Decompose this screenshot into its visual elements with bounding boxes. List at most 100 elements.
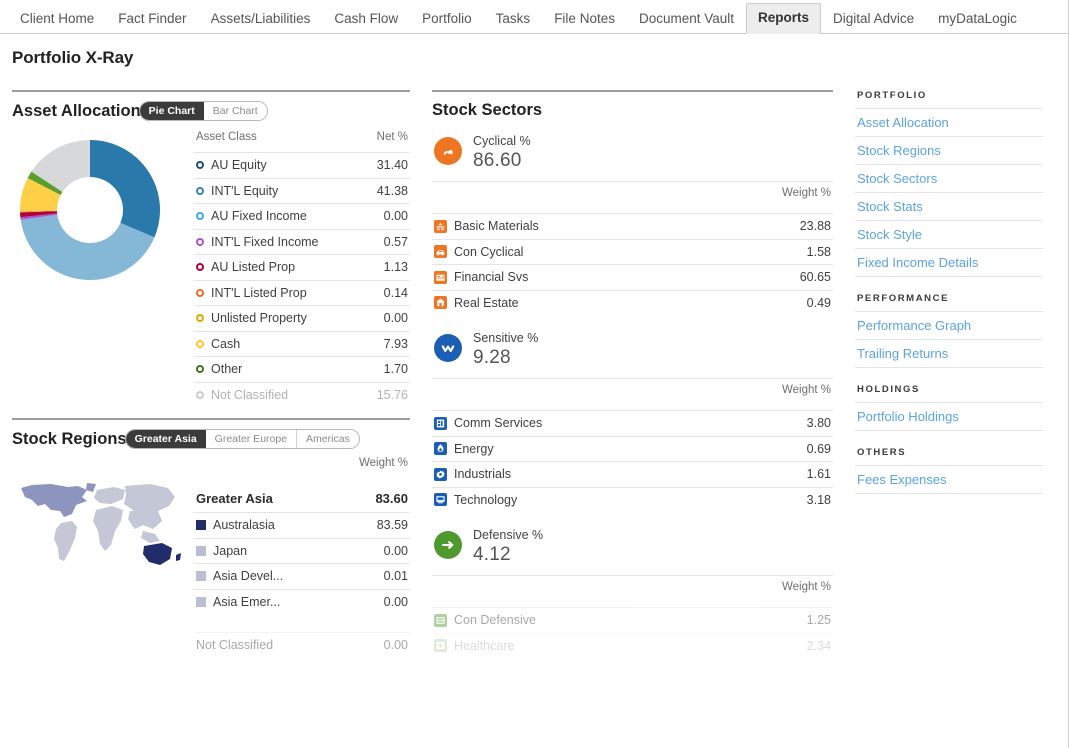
- sector-value: 3.18: [806, 492, 831, 507]
- map-south-america: [54, 521, 77, 561]
- sidebar-link-fixed-income-details[interactable]: Fixed Income Details: [855, 248, 1043, 277]
- world-map-graphic: [12, 455, 190, 585]
- energy-icon: [434, 442, 447, 456]
- region-value: 0.01: [383, 569, 408, 584]
- stock-region-row: Australasia 83.59: [194, 512, 410, 538]
- toggle-americas[interactable]: Americas: [297, 430, 359, 448]
- comm-services-icon: [436, 419, 445, 428]
- toggle-greater-europe[interactable]: Greater Europe: [205, 430, 298, 448]
- basic-materials-icon: [436, 222, 445, 230]
- nav-tab-digital-advice[interactable]: Digital Advice: [821, 4, 926, 34]
- sector-label: Basic Materials: [454, 219, 539, 234]
- asset-class-cell: AU Equity: [196, 158, 267, 172]
- sidebar-link-stock-regions[interactable]: Stock Regions: [855, 136, 1043, 164]
- sidebar-group-heading: PERFORMANCE: [857, 293, 950, 304]
- sector-group-defensive-: Defensive % 4.12 Weight % Con Defensive 1.25…: [432, 522, 833, 658]
- sidebar-link-trailing-returns[interactable]: Trailing Returns: [855, 339, 1043, 368]
- nav-tab-reports[interactable]: Reports: [746, 3, 822, 34]
- sector-label: Real Estate: [454, 295, 519, 310]
- sector-row: Comm Services 3.80: [432, 410, 833, 436]
- page-title: Portfolio X-Ray: [12, 48, 134, 67]
- asset-class-value: 41.38: [376, 183, 408, 198]
- sector-row: Industrials 1.61: [432, 461, 833, 487]
- nav-tab-document-vault[interactable]: Document Vault: [627, 4, 746, 34]
- toggle-greater-asia[interactable]: Greater Asia: [125, 430, 206, 448]
- legend-dot-icon: [196, 186, 204, 195]
- stock-regions-toggle[interactable]: Greater Asia Greater Europe Americas: [124, 429, 360, 449]
- sidebar-link-asset-allocation[interactable]: Asset Allocation: [855, 108, 1043, 136]
- region-label: Asia Emer...: [213, 594, 281, 609]
- region-swatch-icon: [196, 596, 206, 607]
- sidebar-link-fees-expenses[interactable]: Fees Expenses: [855, 465, 1043, 494]
- sidebar-link-stock-stats[interactable]: Stock Stats: [855, 192, 1043, 220]
- asset-class-value: 15.76: [376, 387, 408, 402]
- main-navigation: Client Home Fact Finder Assets/Liabilities…: [0, 0, 1068, 34]
- asset-class-label: Not Classified: [211, 387, 289, 402]
- asset-allocation-table: Asset Class Net % AU Equity 31.40 INT'L Eq…: [190, 129, 410, 407]
- financial-svs-icon: [434, 270, 447, 284]
- nav-tab-assets-liabilities[interactable]: Assets/Liabilities: [199, 4, 323, 34]
- toggle-bar-chart[interactable]: Bar Chart: [203, 102, 267, 120]
- asset-allocation-table-header: Asset Class Net %: [194, 129, 410, 152]
- region-label: Australasia: [213, 518, 275, 533]
- asset-allocation-row: INT'L Listed Prop 0.14: [194, 279, 410, 306]
- nav-tab-client-home[interactable]: Client Home: [8, 4, 106, 34]
- donut-svg: [19, 140, 160, 281]
- sector-label: Con Defensive: [454, 613, 536, 628]
- sidebar-link-performance-graph[interactable]: Performance Graph: [855, 311, 1043, 339]
- sector-row: Basic Materials 23.88: [432, 213, 833, 239]
- legend-dot-icon: [196, 288, 204, 297]
- asset-allocation-chart-toggle[interactable]: Pie Chart Bar Chart: [138, 101, 268, 121]
- stock-region-row: Asia Devel... 0.01: [194, 563, 410, 589]
- asset-allocation-row: Unlisted Property 0.00: [194, 305, 410, 331]
- asset-class-label: Cash: [211, 336, 241, 351]
- sector-group-header: Cyclical % 86.60: [432, 128, 833, 177]
- sidebar-link-portfolio-holdings[interactable]: Portfolio Holdings: [855, 402, 1043, 431]
- sector-cell: Energy: [434, 442, 494, 456]
- sector-row: Technology 3.18: [432, 486, 833, 513]
- nav-tab-file-notes[interactable]: File Notes: [542, 4, 627, 34]
- stock-sectors-title: Stock Sectors: [432, 101, 543, 119]
- sector-value: 1.58: [806, 244, 831, 259]
- nav-tab-cash-flow[interactable]: Cash Flow: [322, 4, 410, 34]
- sidebar-groups: PORTFOLIO Asset Allocation Stock Regions St…: [855, 90, 1043, 494]
- stock-sectors-header: Stock Sectors: [432, 92, 833, 128]
- basic-materials-icon: [434, 219, 447, 233]
- sector-label: Energy: [454, 441, 494, 456]
- region-swatch-icon: [196, 520, 206, 531]
- sector-row: Healthcare 2.34: [432, 632, 833, 659]
- sector-weight-header: Weight %: [432, 378, 833, 410]
- asset-class-cell: AU Listed Prop: [196, 260, 295, 274]
- sector-group-cyclical-: Cyclical % 86.60 Weight % Basic Materials 23…: [432, 128, 833, 315]
- asset-allocation-row: INT'L Equity 41.38: [194, 177, 410, 204]
- col-weight-pct: Weight %: [781, 581, 831, 593]
- region-cell: Australasia: [196, 518, 275, 532]
- nav-tab-tasks[interactable]: Tasks: [484, 4, 543, 34]
- energy-icon: [437, 444, 444, 453]
- nav-tab-fact-finder[interactable]: Fact Finder: [106, 4, 198, 34]
- sidebar-link-stock-sectors[interactable]: Stock Sectors: [855, 164, 1043, 192]
- asset-class-cell: Cash: [196, 337, 240, 351]
- sector-group-header: Sensitive % 9.28: [432, 325, 833, 374]
- map-new-zealand-highlight: [176, 553, 181, 561]
- nav-tab-portfolio[interactable]: Portfolio: [410, 4, 484, 34]
- sector-value: 3.80: [806, 416, 831, 431]
- asset-allocation-title: Asset Allocation: [12, 101, 141, 120]
- sector-value: 1.61: [806, 467, 831, 482]
- asset-class-label: INT'L Equity: [211, 183, 279, 198]
- asset-class-value: 1.70: [383, 362, 408, 377]
- asset-allocation-content: Asset Class Net % AU Equity 31.40 INT'L Eq…: [12, 129, 410, 407]
- asset-class-label: Unlisted Property: [211, 311, 307, 326]
- asset-class-label: AU Fixed Income: [211, 209, 307, 224]
- asset-class-cell: INT'L Equity: [196, 184, 278, 198]
- sector-group-label: Cyclical %: [473, 134, 531, 148]
- healthcare-icon: [434, 639, 447, 653]
- toggle-pie-chart[interactable]: Pie Chart: [139, 102, 204, 120]
- region-cell: Japan: [196, 544, 247, 558]
- nav-tab-mydatalogic[interactable]: myDataLogic: [926, 4, 1029, 34]
- sector-value: 0.49: [806, 295, 831, 310]
- sidebar-link-stock-style[interactable]: Stock Style: [855, 220, 1043, 248]
- asset-class-label: INT'L Listed Prop: [211, 285, 307, 300]
- sector-group-text: Cyclical % 86.60: [473, 134, 531, 173]
- con-cyclical-icon: [434, 245, 447, 259]
